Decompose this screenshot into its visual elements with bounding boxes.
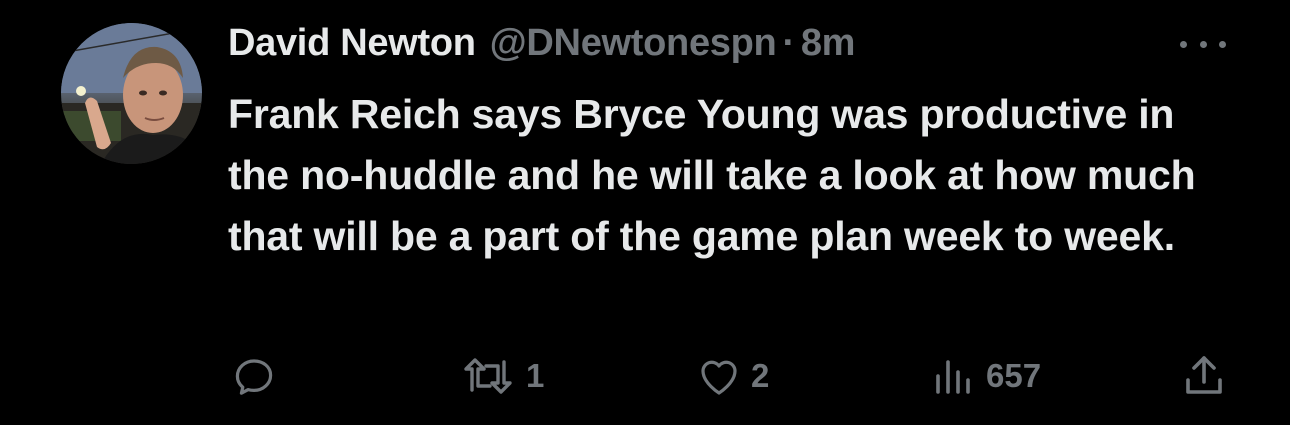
more-dot-icon (1199, 40, 1207, 48)
tweet[interactable]: David Newton @DNewtonespn · 8m Frank Rei… (0, 0, 1290, 425)
views-button[interactable]: 657 (930, 348, 1041, 404)
retweet-button[interactable]: 1 (458, 348, 544, 404)
avatar[interactable] (61, 23, 202, 164)
reply-icon (235, 359, 273, 395)
views-icon (936, 360, 970, 394)
views-count: 657 (986, 357, 1042, 394)
more-dot-icon (1180, 40, 1187, 48)
tweet-actions: 1 2 657 (0, 348, 1290, 404)
tweet-header: David Newton @DNewtonespn · 8m (228, 22, 855, 70)
like-count: 2 (751, 357, 770, 394)
author-handle[interactable]: @DNewtonespn (490, 22, 777, 65)
header-separator: · (782, 22, 795, 64)
retweet-icon (464, 358, 512, 394)
more-dot-icon (1219, 40, 1226, 48)
like-button[interactable]: 2 (695, 348, 769, 404)
more-options-button[interactable] (1180, 32, 1226, 56)
tweet-text: Frank Reich says Bryce Young was product… (228, 91, 1196, 259)
share-icon (1186, 356, 1222, 394)
share-button[interactable] (1180, 348, 1228, 404)
author-name[interactable]: David Newton (228, 22, 476, 65)
reply-button[interactable] (230, 348, 278, 404)
tweet-timestamp[interactable]: 8m (801, 22, 856, 65)
retweet-count: 1 (526, 357, 545, 394)
heart-icon (701, 360, 737, 395)
avatar-photo (61, 23, 202, 164)
